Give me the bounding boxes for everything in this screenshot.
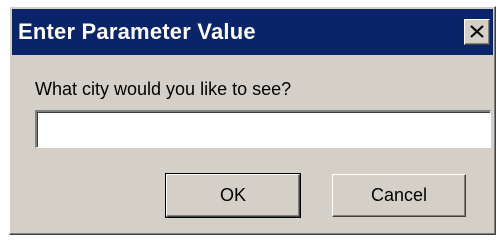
- close-icon: [470, 25, 484, 38]
- dialog-title: Enter Parameter Value: [18, 19, 256, 44]
- cancel-button[interactable]: Cancel: [332, 174, 466, 217]
- title-bar[interactable]: Enter Parameter Value: [12, 9, 493, 55]
- parameter-input[interactable]: [35, 110, 491, 148]
- prompt-label: What city would you like to see?: [35, 79, 292, 99]
- parameter-dialog: Enter Parameter Value What city would yo…: [9, 6, 496, 235]
- ok-button[interactable]: OK: [165, 173, 301, 218]
- close-button[interactable]: [464, 19, 490, 45]
